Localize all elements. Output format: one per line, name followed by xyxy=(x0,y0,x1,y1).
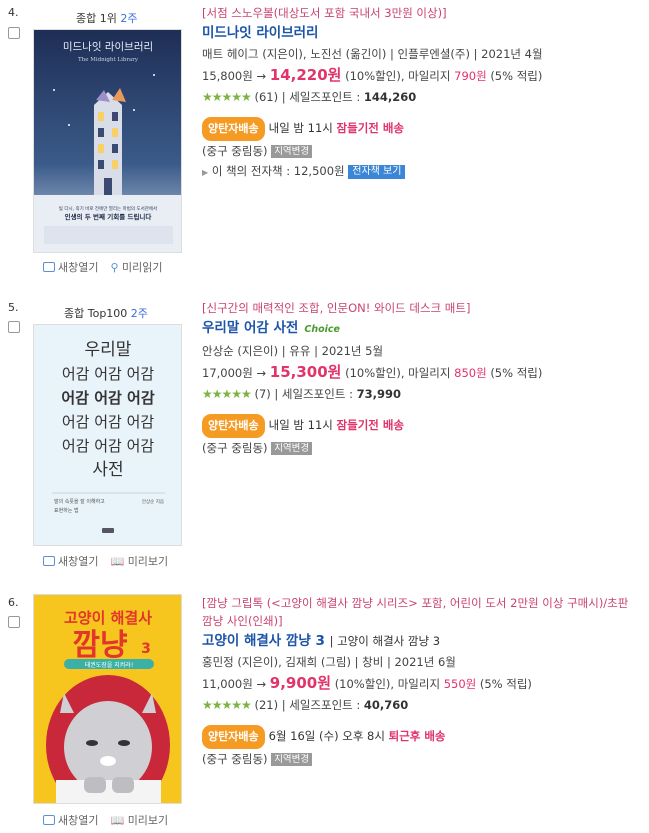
svg-text:The Midnight Library: The Midnight Library xyxy=(78,57,139,63)
ebook-button[interactable]: 전자책 보기 xyxy=(348,165,406,179)
cover-art: 고양이 해결사 깜냥 3 태권도장을 지켜라! xyxy=(34,595,181,803)
svg-text:인생의 두 번째 기회를 드립니다: 인생의 두 번째 기회를 드립니다 xyxy=(65,212,152,221)
rating-line: ★★★★★ (61) | 세일즈포인트 : 144,260 xyxy=(202,90,417,104)
svg-text:미드나잇 라이브러리: 미드나잇 라이브러리 xyxy=(63,41,153,53)
star-rating-icon: ★★★★★ xyxy=(202,90,252,104)
open-book-icon: 📖 xyxy=(110,555,125,568)
new-window-icon xyxy=(43,262,55,272)
book-cover[interactable]: 고양이 해결사 깜냥 3 태권도장을 지켜라! xyxy=(33,594,182,804)
price-line: 15,800원 → 14,220원 (10%할인), 마일리지 790원 (5%… xyxy=(202,66,543,84)
book-meta: 홍민정 (지은이), 김재희 (그림) | 창비 | 2021년 6월 xyxy=(202,655,456,669)
cover-links: 새창열기 ⚲ 미리읽기 xyxy=(43,259,163,275)
review-count[interactable]: (7) xyxy=(254,387,270,401)
new-window-link[interactable]: 새창열기 xyxy=(43,814,98,827)
select-checkbox[interactable] xyxy=(8,321,20,333)
book-meta: 매트 헤이그 (지은이), 노진선 (옮긴이) | 인플루엔셜(주) | 202… xyxy=(202,47,543,61)
price-line: 11,000원 → 9,900원 (10%할인), 마일리지 550원 (5% … xyxy=(202,674,532,692)
svg-text:표현하는 법: 표현하는 법 xyxy=(54,507,79,514)
delivery-badge: 양탄자배송 xyxy=(202,414,265,438)
svg-text:빛 다시, 죽기 바로 전에만 열리는 마법의 도서관에서: 빛 다시, 죽기 바로 전에만 열리는 마법의 도서관에서 xyxy=(59,205,157,212)
book-cover[interactable]: 미드나잇 라이브러리 The Midnight Library 빛 다시, 죽기… xyxy=(33,29,182,253)
preview-link[interactable]: ⚲ 미리읽기 xyxy=(110,261,162,274)
region-line: (중구 중림동) 지역변경 xyxy=(202,438,642,458)
book-info: [신구간의 매력적인 조합, 인문ON! 와이드 데스크 매트] 우리말 어감 … xyxy=(202,299,642,458)
rank-number: 4. xyxy=(8,6,19,19)
region-change-button[interactable]: 지역변경 xyxy=(271,442,313,455)
cover-art: 미드나잇 라이브러리 The Midnight Library 빛 다시, 죽기… xyxy=(34,30,181,252)
preview-link[interactable]: 📖 미리보기 xyxy=(110,814,168,827)
book-meta: 안상순 (지은이) | 유유 | 2021년 5월 xyxy=(202,344,384,358)
preview-link[interactable]: 📖 미리보기 xyxy=(110,555,168,568)
region-line: (중구 중림동) 지역변경 xyxy=(202,749,642,769)
new-window-icon xyxy=(43,815,55,825)
ebook-line: ▶ 이 책의 전자책 : 12,500원 전자책 보기 xyxy=(202,161,642,183)
svg-text:어감 어감 어감: 어감 어감 어감 xyxy=(61,389,154,407)
book-title[interactable]: 고양이 해결사 깜냥 3 | 고양이 해결사 깜냥 3 xyxy=(202,630,642,652)
book-title[interactable]: 미드나잇 라이브러리 xyxy=(202,22,642,44)
event-text[interactable]: [깜냥 그립톡 (<고양이 해결사 깜냥 시리즈> 포함, 어린이 도서 2만원… xyxy=(202,594,642,630)
svg-text:태권도장을 지켜라!: 태권도장을 지켜라! xyxy=(85,661,133,669)
choice-badge: Choice xyxy=(304,324,340,335)
rating-line: ★★★★★ (21) | 세일즈포인트 : 40,760 xyxy=(202,698,409,712)
review-count[interactable]: (61) xyxy=(254,90,278,104)
rank-number: 6. xyxy=(8,596,19,609)
select-checkbox[interactable] xyxy=(8,27,20,39)
delivery-line: 양탄자배송 내일 밤 11시 잠들기전 배송 xyxy=(202,414,642,438)
book-title[interactable]: 우리말 어감 사전 Choice xyxy=(202,317,642,341)
svg-text:어감 어감 어감: 어감 어감 어감 xyxy=(62,413,155,431)
delivery-line: 양탄자배송 내일 밤 11시 잠들기전 배송 xyxy=(202,117,642,141)
region-change-button[interactable]: 지역변경 xyxy=(271,753,313,766)
cover-art: 우리말 어감 어감 어감 어감 어감 어감 어감 어감 어감 어감 어감 어감 … xyxy=(34,325,181,545)
delivery-line: 양탄자배송 6월 16일 (수) 오후 8시 퇴근후 배송 xyxy=(202,725,642,749)
region-line: (중구 중림동) 지역변경 xyxy=(202,141,642,161)
rank-tag: 종합 1위 2주 xyxy=(76,12,138,25)
rank-number: 5. xyxy=(8,301,19,314)
svg-text:고양이 해결사: 고양이 해결사 xyxy=(64,609,152,627)
svg-text:우리말: 우리말 xyxy=(85,340,132,360)
delivery-badge: 양탄자배송 xyxy=(202,725,265,749)
triangle-icon: ▶ xyxy=(202,168,209,177)
select-checkbox[interactable] xyxy=(8,616,20,628)
rank-tag: 종합 Top100 2주 xyxy=(64,307,148,320)
magnifier-icon: ⚲ xyxy=(110,261,119,274)
svg-text:깜냥: 깜냥 xyxy=(72,628,128,663)
star-rating-icon: ★★★★★ xyxy=(202,387,252,401)
delivery-badge: 양탄자배송 xyxy=(202,117,265,141)
svg-text:3: 3 xyxy=(141,641,151,657)
review-count[interactable]: (21) xyxy=(254,698,278,712)
rating-line: ★★★★★ (7) | 세일즈포인트 : 73,990 xyxy=(202,387,401,401)
new-window-icon xyxy=(43,556,55,566)
star-rating-icon: ★★★★★ xyxy=(202,698,252,712)
svg-text:어감 어감 어감: 어감 어감 어감 xyxy=(62,437,155,455)
svg-text:어감 어감 어감: 어감 어감 어감 xyxy=(62,365,155,383)
book-info: [서점 스노우볼(대상도서 포함 국내서 3만원 이상)] 미드나잇 라이브러리… xyxy=(202,4,642,183)
event-text[interactable]: [서점 스노우볼(대상도서 포함 국내서 3만원 이상)] xyxy=(202,4,642,22)
price-line: 17,000원 → 15,300원 (10%할인), 마일리지 850원 (5%… xyxy=(202,363,543,381)
new-window-link[interactable]: 새창열기 xyxy=(43,555,98,568)
cover-links: 새창열기 📖 미리보기 xyxy=(43,812,168,828)
book-subtitle: | 고양이 해결사 깜냥 3 xyxy=(329,634,441,648)
book-item: 5. 종합 Top100 2주 우리말 어감 어감 어감 어감 어감 어감 어감… xyxy=(0,295,649,575)
book-item: 4. 종합 1위 2주 미드나잇 라이브러리 The Midnight Libr… xyxy=(0,0,649,280)
new-window-link[interactable]: 새창열기 xyxy=(43,261,98,274)
open-book-icon: 📖 xyxy=(110,814,125,827)
book-info: [깜냥 그립톡 (<고양이 해결사 깜냥 시리즈> 포함, 어린이 도서 2만원… xyxy=(202,594,642,769)
cover-links: 새창열기 📖 미리보기 xyxy=(43,553,168,569)
event-text[interactable]: [신구간의 매력적인 조합, 인문ON! 와이드 데스크 매트] xyxy=(202,299,642,317)
svg-text:말의 속뜻을 잘 이해하고: 말의 속뜻을 잘 이해하고 xyxy=(54,498,105,505)
book-cover[interactable]: 우리말 어감 어감 어감 어감 어감 어감 어감 어감 어감 어감 어감 어감 … xyxy=(33,324,182,546)
svg-text:안상순 지음: 안상순 지음 xyxy=(142,498,164,505)
svg-text:사전: 사전 xyxy=(92,460,123,480)
region-change-button[interactable]: 지역변경 xyxy=(271,145,313,158)
book-item: 6. 고양이 해결사 깜냥 3 태권도장을 지켜라! 새창열기 📖 미리보기 [깜… xyxy=(0,590,649,833)
